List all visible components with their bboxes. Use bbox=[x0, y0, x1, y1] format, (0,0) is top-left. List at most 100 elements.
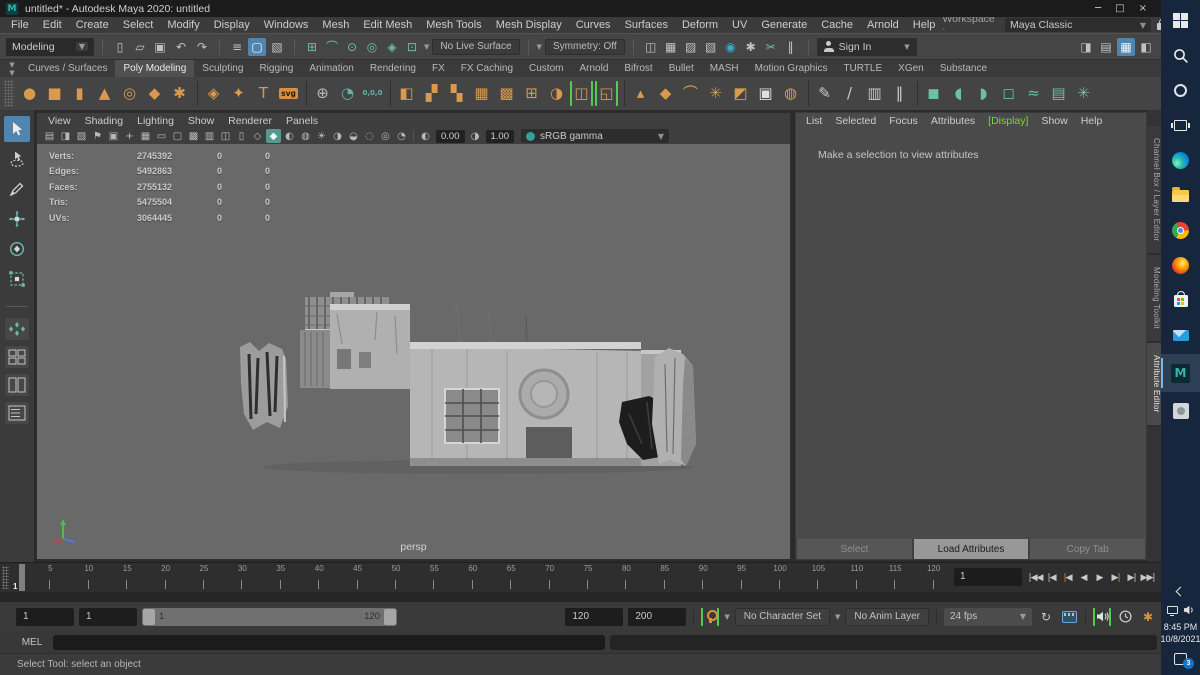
menu-item[interactable]: Select bbox=[116, 19, 161, 31]
field-chart-icon[interactable]: ▥ bbox=[202, 129, 217, 143]
shelf-drag-handle[interactable] bbox=[4, 80, 14, 107]
notification-center-button[interactable]: 3 bbox=[1161, 647, 1200, 671]
animation-preferences-icon[interactable]: ✱ bbox=[1139, 608, 1157, 626]
timeline-tick[interactable]: 10 bbox=[88, 563, 89, 592]
exposure-icon[interactable]: ◐ bbox=[418, 129, 433, 143]
xray-icon[interactable]: ◔ bbox=[394, 129, 409, 143]
attribute-editor-menu-item[interactable]: Show bbox=[1041, 115, 1076, 127]
go-to-start-button[interactable]: |◀◀ bbox=[1028, 573, 1043, 583]
shelf-tab[interactable]: Bullet bbox=[661, 60, 702, 77]
shelf-tab[interactable]: MASH bbox=[702, 60, 747, 77]
live-surface-field[interactable]: No Live Surface bbox=[432, 39, 519, 55]
title-bar[interactable]: M untitled* - Autodesk Maya 2020: untitl… bbox=[0, 0, 1161, 17]
mirror-icon[interactable]: ◧ bbox=[390, 81, 418, 106]
attribute-editor-menu-item[interactable]: Selected bbox=[835, 115, 885, 127]
menu-set-dropdown[interactable]: Modeling▼ bbox=[6, 38, 94, 56]
extrude-icon[interactable]: ▴ bbox=[624, 81, 652, 106]
smooth-shade-icon[interactable]: ◆ bbox=[266, 129, 281, 143]
step-back-key-button[interactable]: |◀ bbox=[1060, 573, 1075, 583]
shelf-tab[interactable]: Bifrost bbox=[616, 60, 660, 77]
viewport-menu-item[interactable]: Shading bbox=[78, 115, 131, 127]
poly-disc-icon[interactable]: ✱ bbox=[168, 81, 191, 106]
play-backwards-button[interactable]: ◀ bbox=[1076, 573, 1091, 583]
command-input[interactable] bbox=[53, 635, 605, 650]
range-start-handle[interactable] bbox=[143, 609, 155, 625]
bridge-icon[interactable]: ⌒ bbox=[679, 81, 702, 106]
snap-to-projected-center-icon[interactable]: ◎ bbox=[363, 38, 381, 56]
timeline-tick[interactable]: 70 bbox=[549, 563, 550, 592]
poly-text-icon[interactable]: T bbox=[252, 81, 275, 106]
open-scene-icon[interactable]: ▱ bbox=[131, 38, 149, 56]
mail-app-button[interactable] bbox=[1161, 319, 1200, 352]
select-component-icon[interactable]: ▧ bbox=[268, 38, 286, 56]
rotate-tool-button[interactable] bbox=[4, 236, 30, 262]
shadows-icon[interactable]: ◑ bbox=[330, 129, 345, 143]
current-frame-field[interactable]: 1 bbox=[954, 568, 1022, 586]
timeline-tick[interactable]: 120 bbox=[933, 563, 934, 592]
drag-handle[interactable] bbox=[2, 566, 9, 589]
command-language-toggle[interactable]: MEL bbox=[16, 637, 48, 648]
workspace-dropdown[interactable]: Maya Classic▼ bbox=[1005, 18, 1151, 32]
render-settings-icon[interactable]: ✱ bbox=[742, 38, 760, 56]
taskbar-clock[interactable]: 8:45 PM 10/8/2021 bbox=[1160, 621, 1200, 645]
step-back-frame-button[interactable]: |◀ bbox=[1044, 573, 1059, 583]
volume-icon[interactable] bbox=[1183, 605, 1195, 615]
paint-select-tool-button[interactable] bbox=[4, 176, 30, 202]
sculpt-tool-icon[interactable]: ◍ bbox=[779, 81, 802, 106]
poly-torus-icon[interactable]: ◎ bbox=[118, 81, 141, 106]
menu-item[interactable]: Generate bbox=[754, 19, 814, 31]
edge-app-button[interactable] bbox=[1161, 144, 1200, 177]
humanik-toggle-icon[interactable]: ▤ bbox=[1097, 38, 1115, 56]
chevron-down-icon[interactable]: ▼ bbox=[424, 43, 429, 51]
timeline-tick[interactable]: 110 bbox=[856, 563, 857, 592]
timeline-tick[interactable]: 35 bbox=[280, 563, 281, 592]
poly-sphere-icon[interactable]: ● bbox=[18, 81, 41, 106]
occlusion-icon[interactable]: ◒ bbox=[346, 129, 361, 143]
menu-item[interactable]: Windows bbox=[257, 19, 316, 31]
bookmark-icon[interactable]: ⚑ bbox=[90, 129, 105, 143]
menu-item[interactable]: UV bbox=[725, 19, 754, 31]
taskbar-search-button[interactable] bbox=[1161, 39, 1200, 72]
crease-tool-icon[interactable]: ◻ bbox=[997, 81, 1020, 106]
undo-icon[interactable]: ↶ bbox=[172, 38, 190, 56]
current-frame-marker[interactable] bbox=[19, 564, 25, 591]
make-object-live-icon[interactable]: ◈ bbox=[383, 38, 401, 56]
attribute-editor-button[interactable]: Select bbox=[797, 539, 912, 559]
timeline-tick[interactable]: 105 bbox=[817, 563, 818, 592]
make-live-icon[interactable]: ◔ bbox=[336, 81, 359, 106]
timeline-tick[interactable]: 40 bbox=[318, 563, 319, 592]
timeline-tick[interactable]: 20 bbox=[165, 563, 166, 592]
average-vertices-icon[interactable]: ◱ bbox=[595, 81, 618, 106]
super-shape-icon[interactable]: ✦ bbox=[227, 81, 250, 106]
attribute-editor-menu-item[interactable]: Attributes bbox=[931, 115, 984, 127]
playback-loop-icon[interactable]: ↻ bbox=[1037, 608, 1055, 626]
svg-tool-icon[interactable]: svg bbox=[277, 81, 300, 106]
symmetrize-icon[interactable]: ◫ bbox=[570, 81, 593, 106]
curve-warp-icon[interactable]: ≈ bbox=[1022, 81, 1045, 106]
timeline-tick[interactable]: 80 bbox=[625, 563, 626, 592]
save-scene-icon[interactable]: ▣ bbox=[151, 38, 169, 56]
modeling-toolkit-toggle-icon[interactable]: ◨ bbox=[1077, 38, 1095, 56]
safe-action-icon[interactable]: ◫ bbox=[218, 129, 233, 143]
maximize-button[interactable]: □ bbox=[1115, 0, 1124, 17]
chrome-app-button[interactable] bbox=[1161, 214, 1200, 247]
step-forward-key-button[interactable]: ▶| bbox=[1108, 573, 1123, 583]
menu-item[interactable]: Curves bbox=[569, 19, 618, 31]
timeline-tick[interactable]: 60 bbox=[472, 563, 473, 592]
timeline-tick[interactable]: 50 bbox=[395, 563, 396, 592]
new-scene-icon[interactable]: ▯ bbox=[111, 38, 129, 56]
redo-icon[interactable]: ↷ bbox=[193, 38, 211, 56]
shelf-tab[interactable]: Arnold bbox=[571, 60, 616, 77]
playback-start-field[interactable]: 1 bbox=[79, 608, 137, 626]
start-button[interactable] bbox=[1161, 4, 1200, 37]
mute-audio-button[interactable] bbox=[1093, 608, 1111, 626]
snap-to-point-icon[interactable]: ⊙ bbox=[343, 38, 361, 56]
shelf-tab[interactable]: Rendering bbox=[362, 60, 424, 77]
timeline-tick[interactable]: 45 bbox=[357, 563, 358, 592]
cortana-button[interactable] bbox=[1161, 74, 1200, 107]
select-object-icon[interactable]: ▢ bbox=[248, 38, 266, 56]
viewport-menu-item[interactable]: Show bbox=[181, 115, 221, 127]
symmetry-field[interactable]: Symmetry: Off bbox=[545, 39, 625, 55]
viewport-menu-item[interactable]: Renderer bbox=[221, 115, 279, 127]
photos-app-button[interactable] bbox=[1161, 394, 1200, 427]
